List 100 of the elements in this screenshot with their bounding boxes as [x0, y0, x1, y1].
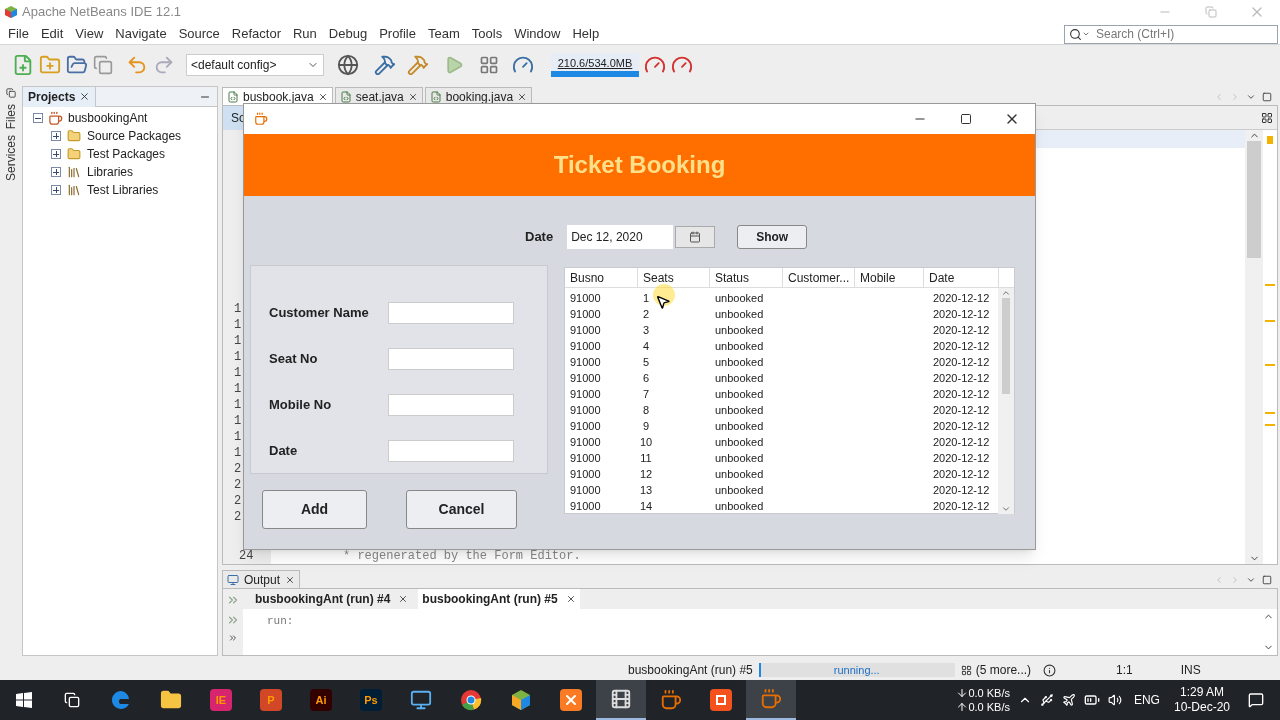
show-button[interactable]: Show [737, 225, 808, 249]
clock-time[interactable]: 1:29 AM [1179, 685, 1224, 700]
search-field[interactable]: Search (Ctrl+I) [1096, 25, 1266, 43]
warning-marker[interactable] [1267, 136, 1273, 144]
tree-item[interactable]: Libraries [87, 163, 134, 181]
menu-item[interactable]: Edit [34, 24, 70, 44]
globe-icon[interactable] [337, 53, 359, 76]
taskbar-app[interactable]: Ai [296, 680, 346, 720]
menu-item[interactable]: Profile [373, 24, 422, 44]
maximize-icon[interactable] [1262, 92, 1272, 102]
close-icon[interactable] [565, 594, 576, 604]
task-view-icon [64, 692, 80, 708]
input-field[interactable] [388, 440, 514, 462]
restore-icon [1205, 6, 1217, 18]
expand-icon[interactable] [51, 149, 61, 159]
memory-meter[interactable]: 210.6/534.0MB [551, 52, 639, 77]
close-icon[interactable] [317, 91, 328, 102]
tab-list-icon[interactable] [1246, 92, 1256, 102]
tree-item[interactable]: Test Packages [87, 145, 166, 163]
output-tab[interactable]: Output [222, 570, 301, 588]
column-header[interactable]: Status [710, 268, 783, 288]
scrollbar-thumb[interactable] [1247, 141, 1261, 258]
line-number: 24 [238, 548, 255, 564]
close-icon[interactable] [407, 91, 418, 102]
caret-position: 1:1 [1116, 662, 1133, 679]
table-cell-text: 91000 [569, 371, 602, 386]
hammer-icon[interactable] [374, 53, 396, 76]
close-icon[interactable] [285, 574, 296, 585]
search-box[interactable]: Search (Ctrl+I) [1064, 24, 1278, 44]
volume-icon[interactable] [1107, 693, 1122, 707]
open-project-icon[interactable] [66, 53, 88, 76]
clean-build-icon[interactable] [407, 53, 429, 76]
input-field[interactable] [388, 302, 514, 324]
input-field[interactable] [388, 348, 514, 370]
expand-icon[interactable] [51, 167, 61, 177]
table-cell-text: unbooked [715, 467, 765, 482]
table-cell-text: 8 [641, 403, 651, 418]
menu-item[interactable]: Help [566, 24, 606, 44]
table-cell-text: unbooked [715, 483, 765, 498]
column-header[interactable]: Customer... [783, 268, 855, 288]
battery-icon[interactable] [1083, 692, 1100, 708]
tree-item[interactable]: Source Packages [87, 127, 182, 145]
scroll-down-icon[interactable] [1001, 504, 1011, 514]
cancel-button[interactable]: Cancel [406, 490, 517, 529]
menu-item[interactable]: Debug [322, 24, 374, 44]
line-number: 1 [233, 381, 243, 397]
taskbar-app[interactable] [596, 680, 646, 720]
menu-item[interactable]: Team [422, 24, 466, 44]
maximize-icon[interactable] [1262, 575, 1272, 585]
restore-panel-icon[interactable] [6, 88, 16, 98]
column-header[interactable]: Busno [565, 268, 638, 288]
menu-item[interactable]: Source [172, 24, 226, 44]
scroll-up-icon[interactable] [1001, 288, 1011, 298]
menu-item[interactable]: Navigate [109, 24, 173, 44]
clock-date[interactable]: 10-Dec-20 [1173, 700, 1230, 715]
column-header[interactable]: Date [924, 268, 999, 288]
upload-arrow-icon [956, 701, 969, 713]
more-icon[interactable] [228, 633, 238, 643]
menu-item[interactable]: File [2, 24, 35, 44]
table-cell-text: 5 [641, 355, 651, 370]
heading: Ticket Booking [553, 150, 726, 180]
insert-mode: INS [1180, 662, 1201, 679]
collapse-icon[interactable] [33, 113, 43, 123]
config-dropdown[interactable]: <default config> [186, 53, 324, 76]
editor-tab[interactable]: busbook.java [222, 87, 333, 105]
menu-item[interactable]: Tools [465, 24, 509, 44]
language-indicator[interactable]: ENG [1133, 691, 1160, 709]
package-folder-icon [67, 129, 81, 143]
side-tab[interactable]: Files [0, 104, 22, 130]
taskbar-app[interactable]: Ps [346, 680, 396, 720]
table-cell-text: 91000 [569, 323, 602, 338]
menu-item[interactable]: View [69, 24, 110, 44]
side-tab[interactable]: Services [0, 135, 22, 182]
notification-icon[interactable] [1043, 663, 1057, 677]
save-all-icon[interactable] [93, 54, 113, 75]
new-file-icon[interactable] [12, 53, 34, 76]
more-tasks-link[interactable]: (5 more...) [975, 661, 1032, 679]
tab-list-icon[interactable] [1246, 575, 1256, 585]
cursor-icon [655, 294, 671, 310]
add-button[interactable]: Add [262, 490, 367, 529]
projects-tab[interactable]: Projects [23, 86, 97, 107]
scrollbar-thumb[interactable] [1002, 298, 1010, 394]
input-field[interactable] [388, 394, 514, 416]
date-field[interactable]: Dec 12, 2020 [567, 225, 674, 249]
airplane-icon[interactable] [1061, 693, 1076, 707]
tree-item[interactable]: Test Libraries [87, 181, 159, 199]
run-tab[interactable]: busbookingAnt (run) #5 [418, 589, 580, 609]
close-icon[interactable] [517, 91, 528, 102]
calendar-button[interactable] [675, 226, 716, 248]
menu-item[interactable]: Refactor [225, 24, 287, 44]
column-header[interactable]: Seats [638, 268, 710, 288]
column-header[interactable]: Mobile [855, 268, 924, 288]
menu-item[interactable]: Window [508, 24, 567, 44]
action-center-icon[interactable] [1248, 692, 1264, 708]
close-icon[interactable] [398, 594, 409, 604]
expand-icon[interactable] [51, 131, 61, 141]
close-icon[interactable] [79, 91, 91, 102]
expand-icon[interactable] [51, 185, 61, 195]
tree-item[interactable]: busbookingAnt [68, 109, 148, 127]
menu-item[interactable]: Run [286, 24, 323, 44]
